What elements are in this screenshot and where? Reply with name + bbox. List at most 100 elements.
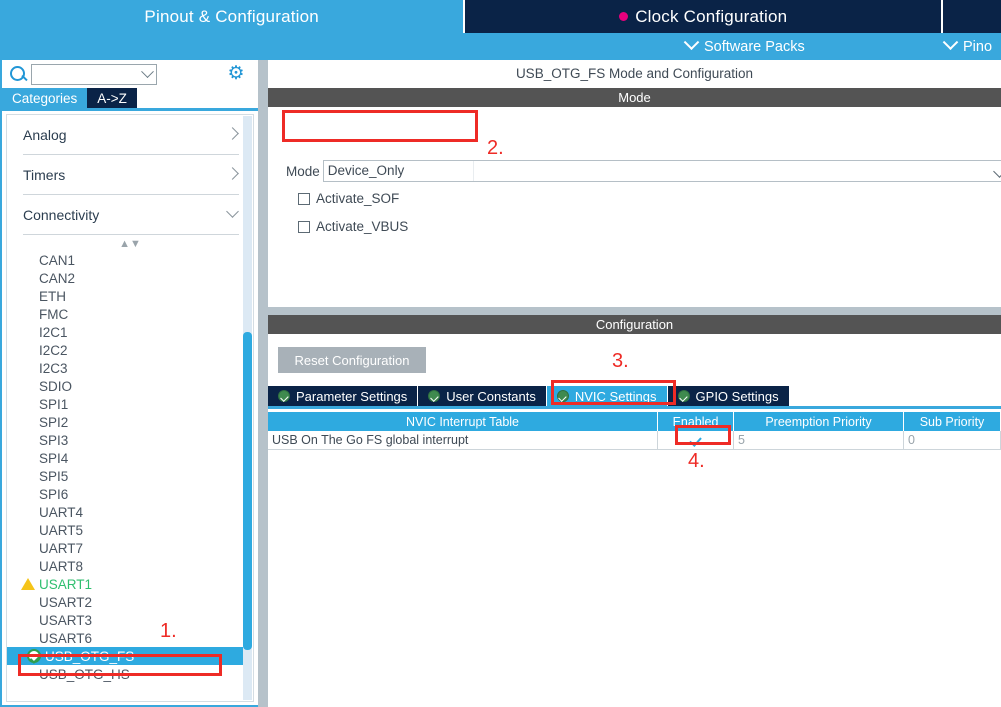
- checkbox-activate-vbus-label: Activate_VBUS: [316, 219, 409, 234]
- group-analog-label: Analog: [23, 126, 67, 143]
- checkbox-activate-sof[interactable]: Activate_SOF: [298, 191, 399, 206]
- search-input[interactable]: [43, 66, 143, 82]
- chevron-right-icon: [226, 127, 239, 140]
- table-header-row: NVIC Interrupt Table Enabled Preemption …: [268, 412, 1001, 431]
- list-item[interactable]: I2C2: [7, 341, 253, 359]
- peripheral-label: SPI5: [39, 468, 69, 484]
- tab-clock-configuration[interactable]: Clock Configuration: [463, 0, 944, 33]
- tab-parameter-settings[interactable]: Parameter Settings: [268, 386, 419, 406]
- tab-pinout-and-configuration[interactable]: Pinout & Configuration: [0, 0, 464, 33]
- list-item[interactable]: USART3: [7, 611, 253, 629]
- list-item[interactable]: UART5: [7, 521, 253, 539]
- list-item[interactable]: SPI4: [7, 449, 253, 467]
- mode-select-value: Device_Only: [324, 161, 474, 181]
- mode-select[interactable]: Device_Only: [322, 160, 1001, 182]
- list-item-usb-otg-hs[interactable]: USB_OTG_HS: [7, 665, 253, 683]
- list-item[interactable]: SPI6: [7, 485, 253, 503]
- menu-pinout[interactable]: Pino: [942, 34, 992, 55]
- tab-pinout-view-cut[interactable]: [943, 0, 1001, 33]
- group-connectivity[interactable]: Connectivity: [23, 195, 239, 235]
- table-row[interactable]: USB On The Go FS global interrupt 5 0: [268, 431, 1001, 450]
- list-item-usart1[interactable]: USART1: [7, 575, 253, 593]
- checkmark-icon: [690, 434, 702, 446]
- chevron-down-icon[interactable]: [141, 64, 154, 78]
- list-item[interactable]: SDIO: [7, 377, 253, 395]
- list-item[interactable]: I2C3: [7, 359, 253, 377]
- list-item[interactable]: FMC: [7, 305, 253, 323]
- list-item-usb-otg-fs[interactable]: USB_OTG_FS: [7, 647, 248, 665]
- list-item[interactable]: CAN2: [7, 269, 253, 287]
- peripheral-label: SPI4: [39, 450, 69, 466]
- peripheral-label: USART3: [39, 612, 93, 628]
- list-item[interactable]: I2C1: [7, 323, 253, 341]
- cell-enabled-checkbox[interactable]: [658, 431, 734, 449]
- tab-pinout-label: Pinout & Configuration: [144, 6, 319, 26]
- group-analog[interactable]: Analog: [23, 115, 239, 155]
- sidebar-scrollbar-thumb[interactable]: [243, 332, 252, 650]
- peripheral-label: SPI6: [39, 486, 69, 502]
- list-item[interactable]: ETH: [7, 287, 253, 305]
- mode-row: Mode Device_Only: [286, 160, 1001, 182]
- cell-sub-priority[interactable]: 0: [904, 431, 1001, 449]
- list-item[interactable]: SPI3: [7, 431, 253, 449]
- tab-user-constants-label: User Constants: [446, 388, 536, 404]
- group-timers[interactable]: Timers: [23, 155, 239, 195]
- peripheral-label: USART2: [39, 594, 93, 610]
- list-item[interactable]: SPI5: [7, 467, 253, 485]
- checkbox-activate-vbus[interactable]: Activate_VBUS: [298, 219, 408, 234]
- checkbox-icon[interactable]: [298, 220, 310, 233]
- right-pane: USB_OTG_FS Mode and Configuration Mode M…: [268, 60, 1001, 707]
- software-packs-label: Software Packs: [704, 38, 805, 55]
- chevron-down-icon: [683, 34, 700, 51]
- page-title: USB_OTG_FS Mode and Configuration: [268, 60, 1001, 88]
- group-timers-label: Timers: [23, 166, 66, 183]
- list-item[interactable]: UART4: [7, 503, 253, 521]
- peripheral-label: I2C1: [39, 324, 68, 340]
- tab-nvic-settings[interactable]: NVIC Settings: [546, 386, 668, 406]
- page-title-text: USB_OTG_FS Mode and Configuration: [515, 66, 754, 81]
- gear-icon[interactable]: ⚙: [226, 64, 246, 84]
- tab-user-constants[interactable]: User Constants: [418, 386, 547, 406]
- mode-section-body: Mode Device_Only Activate_SOF Activate_V…: [268, 107, 1001, 307]
- pane-splitter[interactable]: [258, 60, 268, 707]
- list-item[interactable]: SPI1: [7, 395, 253, 413]
- checkbox-icon[interactable]: [298, 192, 310, 205]
- scroll-up-down-handle[interactable]: ▲▼: [7, 237, 253, 251]
- list-item[interactable]: SPI2: [7, 413, 253, 431]
- chevron-down-icon: [226, 205, 239, 218]
- chevron-right-icon: [226, 167, 239, 180]
- group-connectivity-label: Connectivity: [23, 206, 100, 223]
- chevron-down-icon[interactable]: [992, 165, 1001, 178]
- tab-categories[interactable]: Categories: [2, 88, 88, 108]
- search-combo[interactable]: [31, 63, 157, 85]
- cell-preemption-priority[interactable]: 5: [734, 431, 904, 449]
- checkbox-activate-sof-label: Activate_SOF: [316, 191, 400, 206]
- list-item[interactable]: CAN1: [7, 251, 253, 269]
- section-divider[interactable]: [268, 307, 1001, 315]
- list-item[interactable]: UART8: [7, 557, 253, 575]
- column-header-interrupt-table: NVIC Interrupt Table: [268, 412, 658, 431]
- tab-a-to-z-label: A->Z: [97, 90, 127, 106]
- column-header-preemption-priority: Preemption Priority: [734, 412, 904, 431]
- menu-software-packs[interactable]: Software Packs: [683, 34, 805, 55]
- left-sidebar: ⚙ Categories A->Z Analog Timers Connecti…: [0, 60, 258, 707]
- list-item[interactable]: USART2: [7, 593, 253, 611]
- mode-section-header: Mode: [268, 88, 1001, 107]
- peripheral-label: ETH: [39, 288, 66, 304]
- reset-configuration-button[interactable]: Reset Configuration: [278, 347, 426, 373]
- check-circle-icon: [27, 649, 41, 663]
- mode-section-header-label: Mode: [618, 90, 651, 105]
- configuration-section-header: Configuration: [268, 315, 1001, 334]
- peripheral-label: CAN2: [39, 270, 76, 286]
- tab-a-to-z[interactable]: A->Z: [87, 88, 137, 108]
- list-item[interactable]: UART7: [7, 539, 253, 557]
- column-header-enabled: Enabled: [658, 412, 734, 431]
- tab-gpio-settings[interactable]: GPIO Settings: [667, 386, 790, 406]
- tab-categories-label: Categories: [12, 90, 78, 106]
- peripheral-label: USART1: [39, 576, 93, 592]
- peripheral-label: I2C2: [39, 342, 68, 358]
- peripheral-label: USART6: [39, 630, 93, 646]
- peripheral-label: SPI3: [39, 432, 69, 448]
- mode-field-label: Mode: [286, 163, 320, 179]
- list-item[interactable]: USART6: [7, 629, 253, 647]
